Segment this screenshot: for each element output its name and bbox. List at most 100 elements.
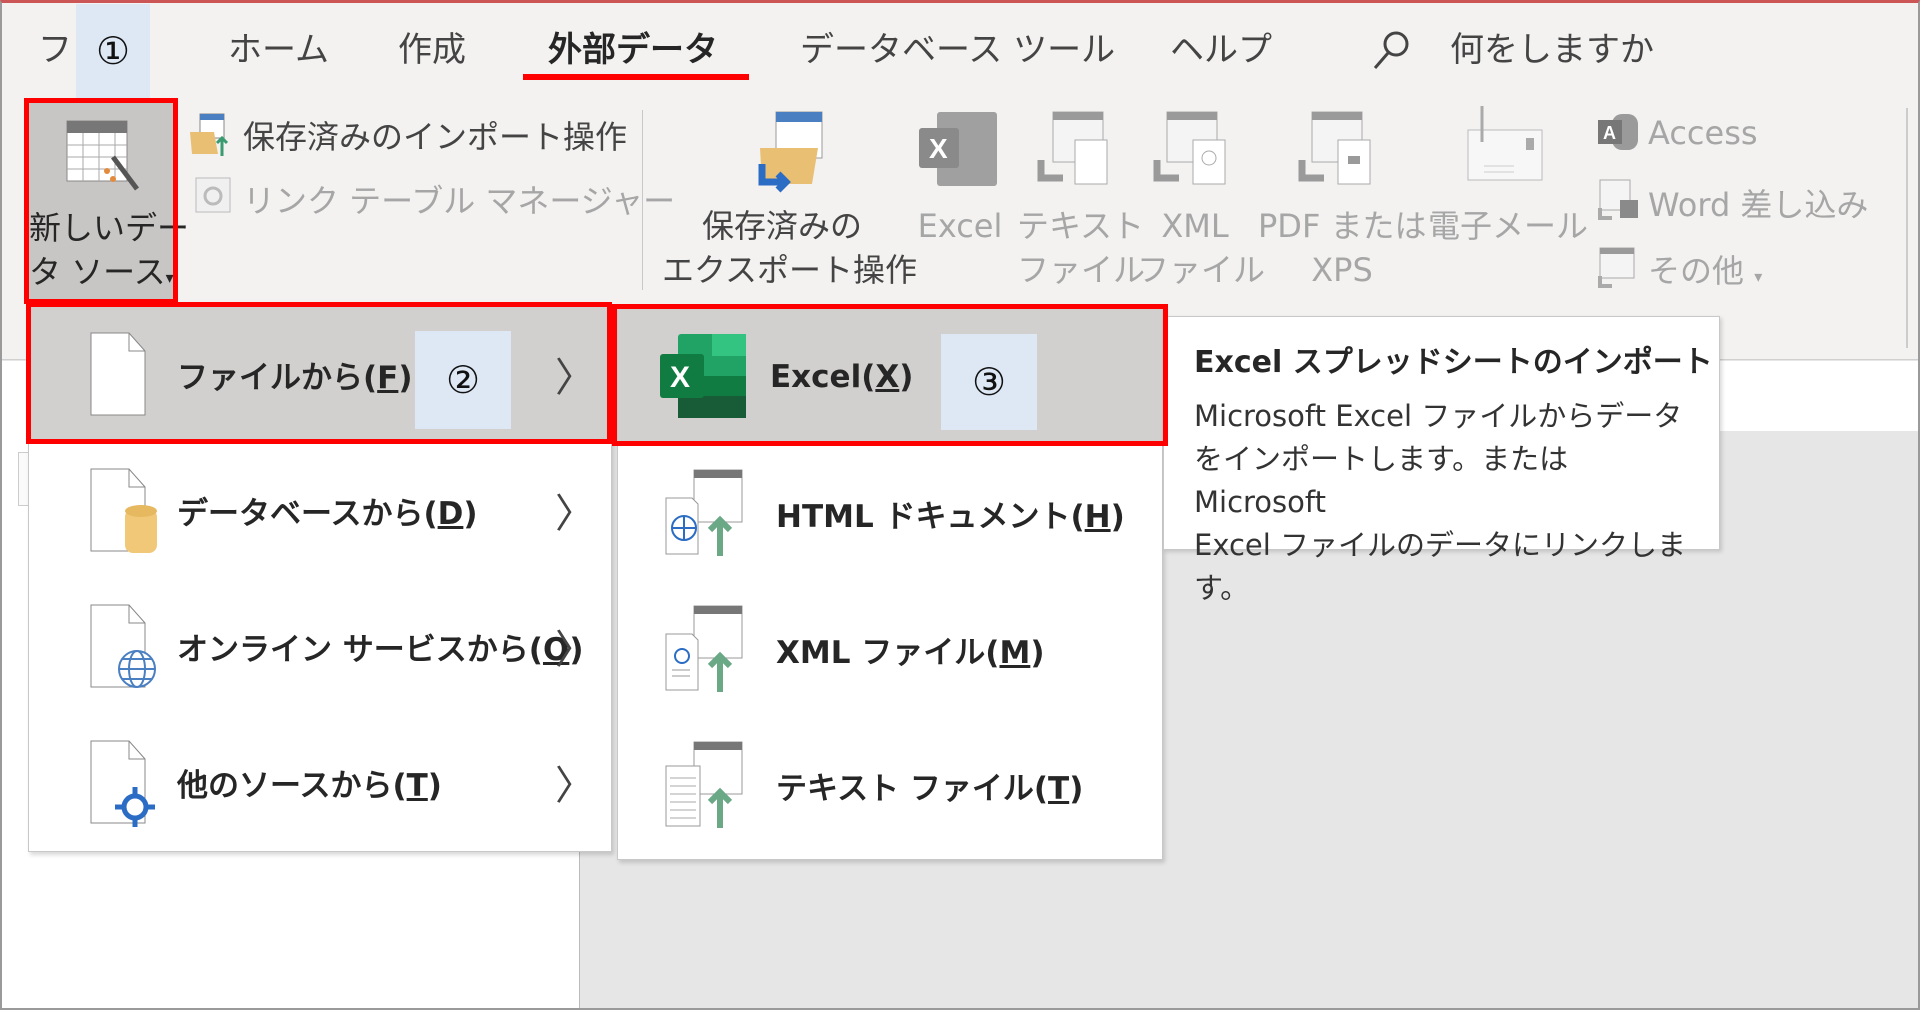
word-merge-button[interactable]: Word 差し込み (1648, 180, 1868, 226)
access-key: M (999, 634, 1031, 671)
label-text: オンライン サービスから( (177, 631, 543, 668)
export-access-button[interactable]: Access (1648, 114, 1758, 152)
new-data-source-label-2: タ ソース▾ (29, 247, 174, 293)
text-file-label: テキスト ファイル(T) (776, 763, 1083, 808)
saved-imports-button[interactable]: 保存済みのインポート操作 (243, 112, 627, 158)
label-end: ) (463, 495, 478, 532)
tooltip-title: Excel スプレッドシートのインポート (1194, 345, 1713, 380)
excel-icon: X (658, 332, 748, 422)
menu-item-xml-file[interactable]: XML ファイル(M) (618, 581, 1162, 717)
label-text: テキスト ファイル( (776, 770, 1049, 807)
dropdown-caret-icon: ▾ (165, 268, 174, 287)
xml-export-icon (1153, 111, 1226, 185)
text-import-icon (664, 740, 748, 830)
file-icon (85, 329, 157, 419)
svg-text:A: A (1603, 123, 1616, 143)
from-file-label: ファイルから(F) (177, 352, 413, 397)
new-table-icon (66, 120, 139, 191)
xml-file-label: XML ファイル(M) (776, 627, 1045, 672)
more-export-button[interactable]: その他 ▾ (1648, 246, 1762, 292)
new-data-source-menu: ファイルから(F) 〉 データベースから(D) 〉 オンライン サービスから(O… (28, 305, 612, 852)
html-import-icon (664, 468, 748, 558)
tooltip-body-3: Excel ファイルのデータにリンクします。 (1194, 528, 1687, 605)
linked-table-manager-button[interactable]: リンク テーブル マネージャー (243, 176, 675, 222)
export-pdf-label-2: XPS (1311, 251, 1373, 289)
new-data-source-label-text: タ ソース (29, 253, 166, 291)
label-end: ) (1110, 498, 1125, 535)
svg-text:X: X (929, 133, 948, 164)
export-excel-button[interactable]: X Excel (910, 98, 1010, 298)
label-text: HTML ドキュメント( (776, 498, 1085, 535)
label-end: ) (398, 359, 413, 396)
access-icon: A (1598, 114, 1638, 150)
export-pdf-xps-button[interactable]: PDF または XPS (1258, 98, 1427, 298)
export-xml-label-2: ファイル (1137, 251, 1266, 289)
export-email-button[interactable]: 電子メール (1428, 98, 1589, 298)
export-email-label: 電子メール (1428, 207, 1589, 245)
access-key: X (875, 359, 900, 395)
label-end: ) (1069, 770, 1084, 807)
chevron-right-icon: 〉 (555, 355, 595, 401)
label-text: Excel( (770, 359, 876, 395)
menu-item-from-database[interactable]: データベースから(D) 〉 (29, 442, 611, 578)
label-text: ファイルから( (177, 359, 378, 396)
word-merge-icon (1598, 179, 1638, 220)
label-end: ) (1030, 634, 1045, 671)
label-text: データベースから( (177, 495, 438, 532)
chevron-right-icon: 〉 (555, 491, 595, 537)
label-text: 他のソースから( (177, 767, 407, 804)
other-source-icon (85, 737, 157, 827)
active-tab-underline (523, 74, 749, 80)
tell-me-search[interactable]: 何をしますか (1450, 22, 1654, 71)
tab-create[interactable]: 作成 (398, 22, 466, 71)
export-text-file-button[interactable]: テキスト ファイル (1017, 98, 1146, 298)
menu-item-from-file[interactable]: ファイルから(F) 〉 (29, 306, 611, 442)
saved-exports-icon (758, 111, 823, 193)
tooltip-body-1: Microsoft Excel ファイルからデータ (1194, 399, 1683, 433)
pdf-export-icon (1298, 111, 1371, 185)
access-key: T (1048, 770, 1070, 807)
from-file-submenu: X Excel(X) HTML ドキュメント(H) XML ファイル(M) テキ… (617, 308, 1163, 860)
tab-database-tools[interactable]: データベース ツール (800, 22, 1115, 71)
email-icon (1467, 106, 1543, 181)
export-text-label-2: ファイル (1017, 251, 1146, 289)
export-xml-button[interactable]: XML ファイル (1137, 98, 1266, 298)
tab-external-data[interactable]: 外部データ (548, 22, 718, 71)
more-label: その他 (1648, 252, 1745, 290)
access-key: D (437, 495, 464, 532)
menu-item-text-file[interactable]: テキスト ファイル(T) (618, 717, 1162, 853)
html-document-label: HTML ドキュメント(H) (776, 491, 1125, 536)
from-online-service-label: オンライン サービスから(O) (177, 624, 584, 669)
chevron-right-icon: 〉 (555, 763, 595, 809)
menu-item-excel[interactable]: X Excel(X) (618, 309, 1162, 445)
access-key: H (1084, 498, 1111, 535)
saved-imports-icon (190, 113, 229, 156)
export-excel-label: Excel (917, 207, 1003, 245)
menu-item-from-online-service[interactable]: オンライン サービスから(O) 〉 (29, 578, 611, 714)
saved-exports-label-2: エクスポート操作 (662, 251, 918, 289)
excel-label: Excel(X) (770, 359, 913, 395)
menu-item-html-document[interactable]: HTML ドキュメント(H) (618, 445, 1162, 581)
tab-help[interactable]: ヘルプ (1170, 22, 1272, 71)
new-data-source-label-1: 新しいデー (29, 209, 190, 247)
step-marker-3: ③ (941, 334, 1037, 430)
saved-exports-label-1: 保存済みの (701, 207, 862, 245)
tab-file[interactable]: フ (38, 22, 72, 71)
svg-text:X: X (670, 361, 690, 394)
online-service-icon (85, 601, 157, 691)
from-other-sources-label: 他のソースから(T) (177, 760, 442, 805)
excel-import-tooltip: Excel スプレッドシートのインポート Microsoft Excel ファイ… (1163, 316, 1720, 605)
access-key: F (377, 359, 399, 396)
saved-exports-button[interactable]: 保存済みの エクスポート操作 (662, 98, 918, 298)
export-xml-label-1: XML (1161, 207, 1229, 245)
search-icon[interactable] (1370, 28, 1414, 72)
label-end: ) (899, 359, 914, 395)
tab-home[interactable]: ホーム (228, 22, 329, 71)
step-marker-1: ① (76, 4, 150, 98)
access-key: T (406, 767, 428, 804)
menu-item-from-other-sources[interactable]: 他のソースから(T) 〉 (29, 714, 611, 850)
new-data-source-button[interactable]: 新しいデー タ ソース▾ (29, 103, 189, 299)
label-end: ) (427, 767, 442, 804)
ribbon-scroll-edge (1906, 108, 1908, 348)
excel-export-icon: X (919, 112, 997, 186)
